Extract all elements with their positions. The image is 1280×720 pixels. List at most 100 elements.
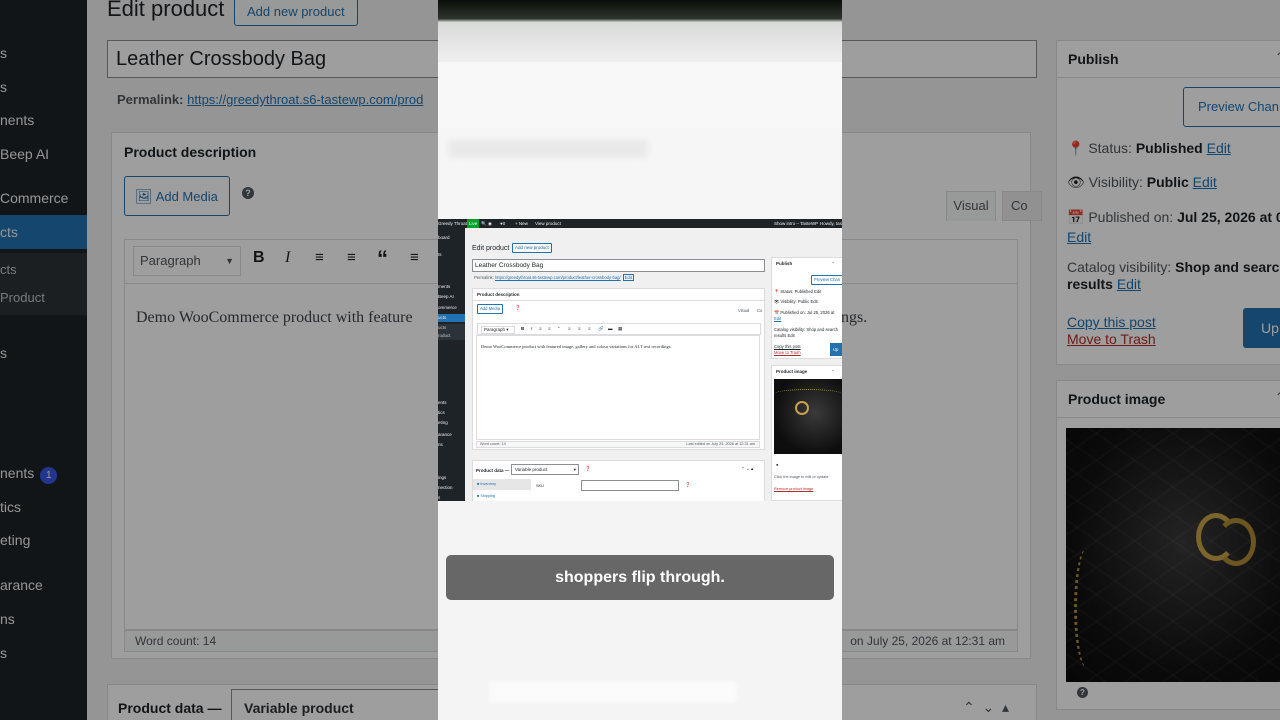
preview-changes-button[interactable]: Preview Chan (811, 275, 842, 285)
align-center-icon[interactable]: ≡ (578, 326, 581, 331)
toolbar-toggle-icon[interactable]: ▦ (618, 326, 622, 332)
blurred-element (488, 680, 738, 704)
remove-image-link[interactable]: Remove product image (774, 487, 813, 491)
image-hint: Click the image to edit or update (774, 475, 829, 479)
blur-band (438, 62, 842, 128)
sidebar-item[interactable]: ns (438, 441, 465, 449)
collapse-icon[interactable]: ⌃ (831, 261, 835, 266)
collapse-icon[interactable]: ⌃ (831, 369, 835, 374)
more-icon[interactable]: ▬ (608, 326, 613, 331)
bold-icon[interactable]: B (521, 326, 524, 331)
sku-input[interactable] (581, 480, 679, 491)
sidebar-subitem[interactable]: ucts (438, 324, 465, 332)
admin-bar: Greedy Throat Live 🔍 ◉ ● 0 + New View pr… (438, 219, 842, 228)
comment-count: 0 (502, 221, 506, 226)
visibility-row: 👁 Visibility: Public Edit (774, 299, 818, 305)
live-badge: Live (467, 219, 480, 228)
sidebar-item[interactable]: board (438, 234, 465, 242)
blur-band (438, 22, 842, 62)
editor-status-bar: Word count: 14 Last edited on July 25, 2… (476, 441, 760, 448)
help-icon[interactable]: ❓ (685, 482, 691, 488)
howdy-user[interactable]: Howdy, tast (820, 219, 842, 228)
permalink-edit-button[interactable]: Edit (622, 274, 634, 281)
product-data-label: Product data — (476, 468, 510, 473)
comments-icon[interactable]: ● 0 (500, 219, 506, 228)
site-name[interactable]: Greedy Throat (438, 219, 467, 228)
blurred-element (448, 140, 648, 158)
inventory-label: Inventory (480, 482, 496, 486)
subtitle-caption: shoppers flip through. (446, 555, 834, 600)
sidebar-item-products[interactable]: ucts (438, 314, 465, 322)
content-text: Demo WooCommerce product with featured i… (481, 344, 672, 349)
tab-code[interactable]: Co (757, 308, 762, 313)
move-to-trash-link[interactable]: Move to Trash (774, 350, 801, 355)
page-title: Edit product (472, 245, 510, 252)
format-select-value: Paragraph (484, 327, 506, 332)
sidebar-item[interactable]: ings (438, 474, 465, 482)
italic-icon[interactable]: I (531, 326, 532, 331)
help-icon[interactable]: ● (776, 462, 779, 467)
shipping-label: Shipping (480, 494, 496, 498)
sidebar-item[interactable]: Beep AI (438, 293, 465, 301)
format-select[interactable]: Paragraph ▾ (481, 326, 515, 334)
add-media-button[interactable]: Add Media (477, 304, 504, 314)
sidebar-item[interactable]: ments (438, 283, 465, 291)
sku-label: SKU (536, 484, 544, 488)
tab-inventory[interactable]: ■ Inventory (473, 479, 531, 490)
show-intro[interactable]: Show intro – TasteWP (774, 219, 818, 228)
status-text: Status: Published Edit (780, 289, 822, 294)
wc-icon[interactable]: ◉ (488, 219, 492, 228)
sidebar-item[interactable]: ommerce (438, 304, 465, 312)
permalink-label: Permalink: (474, 275, 494, 280)
tab-visual[interactable]: Visual (738, 308, 749, 313)
last-edited: Last edited on July 25, 2026 at 12:31 am (686, 442, 755, 446)
product-type-value: Variable product (515, 467, 548, 472)
sidebar-item[interactable]: eting (438, 419, 465, 427)
product-image-bag[interactable] (774, 379, 842, 454)
product-title-input[interactable]: Leather Crossbody Bag (472, 259, 765, 272)
sidebar-item[interactable]: s (438, 494, 465, 501)
published-on-row: 📅 Published on: Jul 25, 2026 at (774, 310, 834, 316)
link-icon[interactable]: 🔗 (598, 326, 604, 332)
inventory-icon: ■ (477, 482, 480, 486)
sidebar-item[interactable]: arance (438, 431, 465, 439)
sidebar-item[interactable]: ts (438, 251, 465, 259)
pin-icon: 📍 (774, 289, 780, 294)
move-up-down-icons[interactable]: ⌃ ⌄ ▴ (741, 466, 753, 472)
visibility-text: Visibility: Public Edit (780, 299, 818, 304)
bullet-list-icon[interactable]: ≡ (539, 326, 542, 331)
add-new-product-button[interactable]: Add new product (512, 243, 552, 253)
frame-top-band (438, 0, 842, 22)
editor-toolbar: Paragraph ▾ B I ≡ ≡ “ ≡ ≡ ≡ 🔗 ▬ ▦ (477, 323, 761, 335)
align-right-icon[interactable]: ≡ (588, 326, 591, 331)
tab-shipping[interactable]: ■ Shipping (473, 491, 531, 501)
align-left-icon[interactable]: ≡ (568, 326, 571, 331)
gg-logo (795, 401, 809, 415)
published-on-edit-link[interactable]: Edit (774, 316, 781, 321)
blockquote-icon[interactable]: “ (558, 326, 560, 331)
copy-post-link[interactable]: Copy this post (774, 344, 801, 349)
numbered-list-icon[interactable]: ≡ (548, 326, 551, 331)
catalog-visibility-row: Catalog visibility: Shop and search (774, 327, 839, 332)
sidebar-subitem[interactable]: roduct (438, 332, 465, 340)
editor-content[interactable]: Demo WooCommerce product with featured i… (476, 335, 760, 440)
catalog-visibility-tail: results Edit (774, 333, 795, 338)
bag-chain (774, 389, 842, 399)
permalink: Permalink: https://greedythroat.s6-taste… (474, 274, 634, 281)
sidebar-item[interactable]: ents (438, 399, 465, 407)
sidebar-item[interactable]: tics (438, 409, 465, 417)
view-product-link[interactable]: View product (535, 219, 561, 228)
new-menu[interactable]: + New (515, 219, 528, 228)
permalink-link[interactable]: https://greedythroat.s6-tastewp.com/prod… (495, 275, 621, 280)
help-icon[interactable]: ❓ (515, 305, 521, 311)
status-row: 📍 Status: Published Edit (774, 289, 821, 295)
eye-icon: 👁 (774, 299, 780, 304)
shipping-icon: ■ (477, 494, 480, 498)
help-icon[interactable]: ❓ (585, 466, 591, 472)
search-icon[interactable]: 🔍 (481, 219, 487, 228)
published-on-text: Published on: Jul 25, 2026 at (780, 310, 835, 315)
sidebar-item[interactable]: nection (438, 484, 465, 492)
update-button[interactable]: Up (830, 343, 842, 356)
product-type-select[interactable]: Variable product ▾ (511, 464, 579, 475)
video-frame: Greedy Throat Live 🔍 ◉ ● 0 + New View pr… (438, 0, 842, 720)
